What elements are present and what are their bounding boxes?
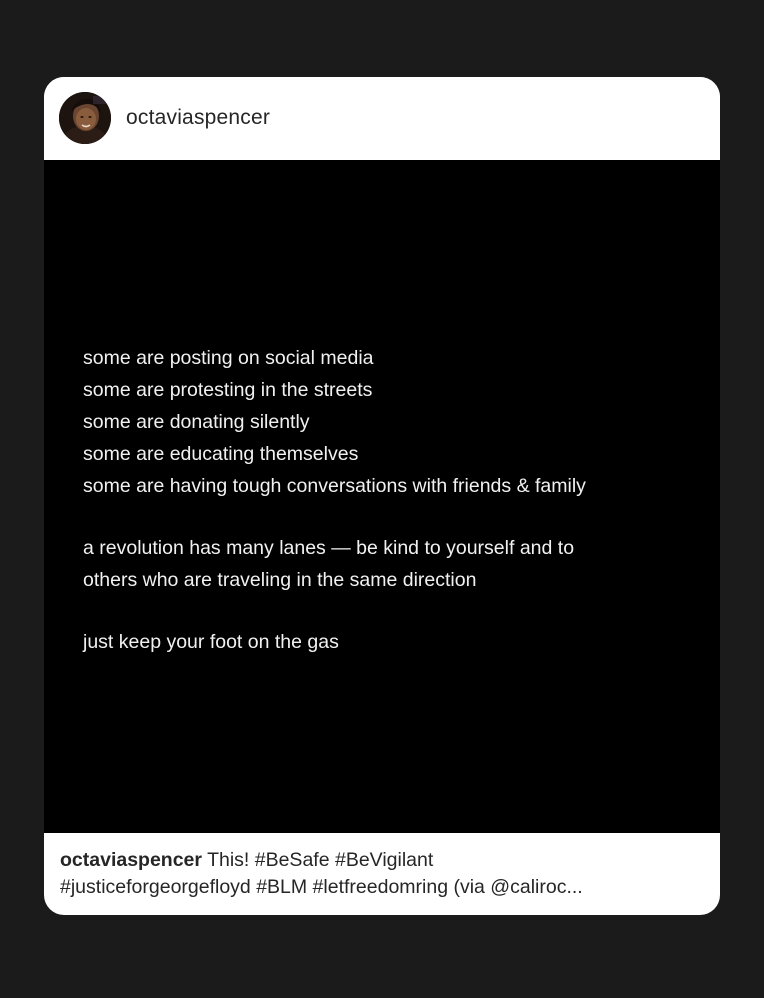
caption-text: This! #BeSafe #BeVigilant (202, 849, 434, 871)
image-text-line: others who are traveling in the same dir… (83, 569, 477, 591)
image-text-line: some are educating themselves (83, 443, 359, 465)
image-text-line: some are posting on social media (83, 347, 374, 369)
image-text-line: some are donating silently (83, 411, 310, 433)
caption-line-1: octaviaspencer This! #BeSafe #BeVigilant (60, 847, 710, 874)
image-text-line: some are having tough conversations with… (83, 475, 586, 497)
post-username[interactable]: octaviaspencer (126, 106, 270, 130)
post-image[interactable]: some are posting on social media some ar… (44, 160, 720, 833)
post-image-text: some are posting on social media some ar… (83, 342, 703, 658)
avatar[interactable] (59, 92, 111, 144)
post-caption: octaviaspencer This! #BeSafe #BeVigilant… (60, 847, 710, 901)
caption-username[interactable]: octaviaspencer (60, 849, 202, 871)
caption-line-2: #justiceforgeorgefloyd #BLM #letfreedomr… (60, 876, 583, 898)
post-header: octaviaspencer (44, 77, 720, 160)
image-text-line: some are protesting in the streets (83, 379, 373, 401)
image-text-line: a revolution has many lanes — be kind to… (83, 537, 575, 559)
instagram-post-card: octaviaspencer some are posting on socia… (44, 77, 720, 915)
image-text-closing: just keep your foot on the gas (83, 631, 339, 653)
avatar-photo (59, 92, 111, 144)
